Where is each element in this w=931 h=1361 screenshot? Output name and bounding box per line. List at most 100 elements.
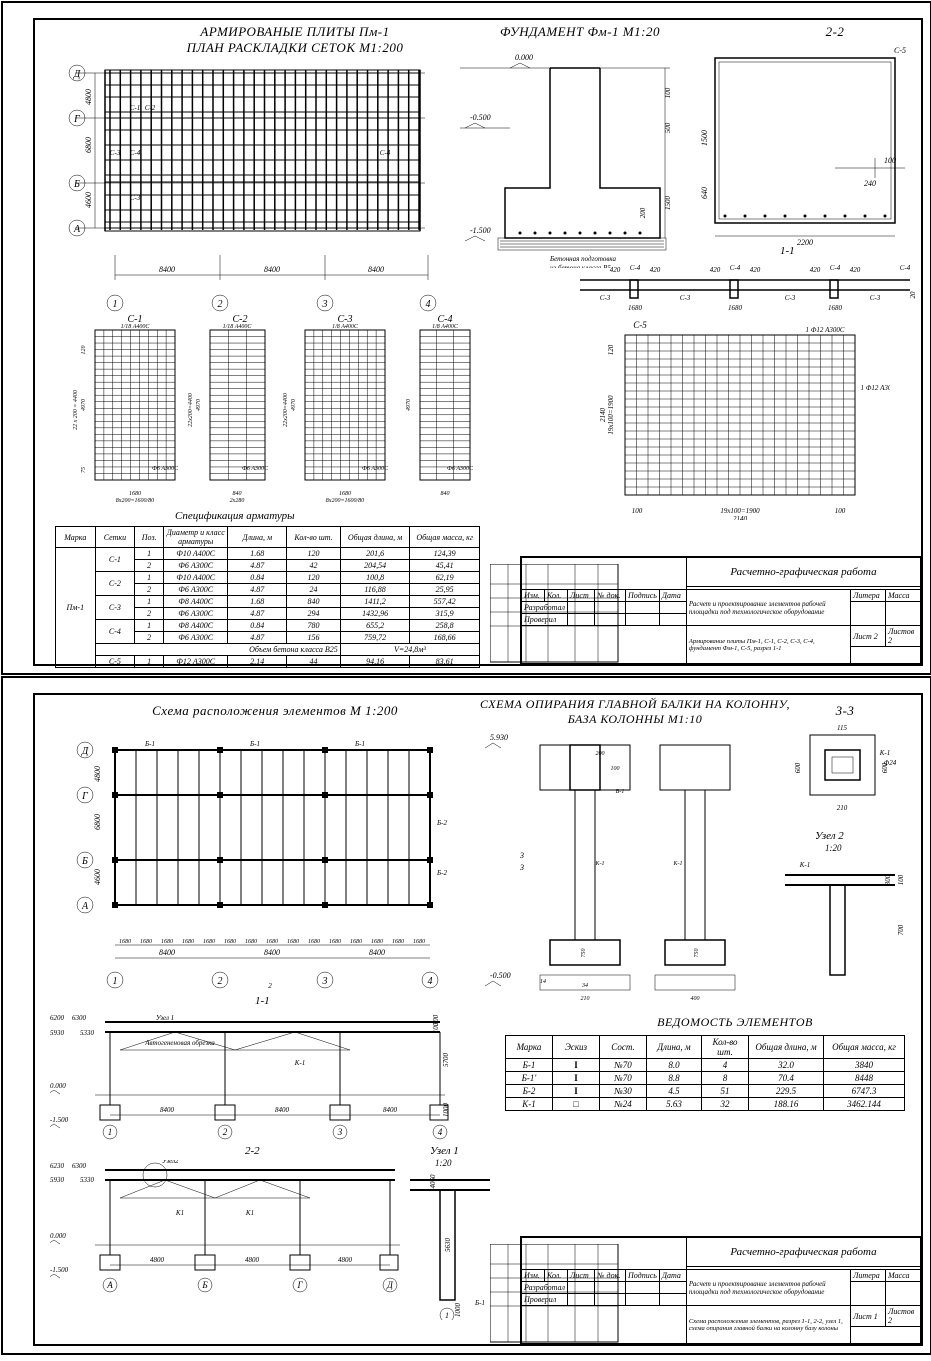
svg-text:К-1: К-1 <box>294 1059 305 1067</box>
svg-text:Б-1: Б-1 <box>474 1299 485 1307</box>
svg-text:Ф6 А300С: Ф6 А300С <box>362 466 389 472</box>
sec-2-2-title: 2-2 <box>245 1145 260 1157</box>
tb-col-sign: Подпись <box>626 590 660 602</box>
section-1-1: 62006300 59305330 0.000 -1.500 Узел 1 Ав… <box>50 1010 450 1140</box>
svg-text:5930: 5930 <box>50 1029 65 1037</box>
spec-h-tlen: Общая длина, м <box>340 527 410 548</box>
svg-text:С-3: С-3 <box>785 294 796 302</box>
svg-text:К-1: К-1 <box>673 861 683 867</box>
svg-text:1000: 1000 <box>442 1103 450 1118</box>
svg-text:Г: Г <box>81 791 88 802</box>
svg-text:2140: 2140 <box>599 408 607 423</box>
svg-text:8x200=1600/80: 8x200=1600/80 <box>326 498 364 504</box>
svg-text:1680: 1680 <box>339 491 351 497</box>
mini-stamp-2 <box>490 1244 620 1344</box>
svg-text:640: 640 <box>700 187 709 199</box>
tb2-list-n: 1 <box>874 1312 878 1321</box>
svg-text:22x200=4400: 22x200=4400 <box>282 393 289 427</box>
section-1-1-label: 1-1 <box>780 245 795 257</box>
svg-text:700: 700 <box>897 924 905 935</box>
svg-text:1: 1 <box>108 1127 113 1137</box>
tb2-desc: Расчет и проектирование элементов рабоче… <box>686 1270 850 1306</box>
svg-text:К-1: К-1 <box>799 861 810 869</box>
svg-text:4800: 4800 <box>84 89 93 105</box>
spec-h-setki: Сетки <box>95 527 135 548</box>
svg-text:420: 420 <box>850 266 861 274</box>
svg-text:К-1: К-1 <box>595 861 605 867</box>
ved-h-len: Длина, м <box>647 1036 702 1059</box>
svg-text:1 Ф12 А300C: 1 Ф12 А300C <box>860 384 890 392</box>
spec-title: Спецификация арматуры <box>175 510 295 522</box>
svg-text:Ф24: Ф24 <box>884 759 897 767</box>
spec-h-diam: Диаметр и класс арматуры <box>164 527 228 548</box>
beam-title-2: БАЗА КОЛОННЫ М1:10 <box>465 712 805 727</box>
svg-text:-1.500: -1.500 <box>50 1266 69 1274</box>
svg-text:5.930: 5.930 <box>490 733 508 742</box>
svg-text:1680: 1680 <box>628 304 643 312</box>
svg-text:8400: 8400 <box>160 1106 175 1114</box>
layout-title: Схема расположения элементов М 1:200 <box>115 703 435 719</box>
svg-text:2: 2 <box>218 299 223 310</box>
svg-text:8400: 8400 <box>159 265 175 274</box>
ved-h-eskiz: Эскиз <box>553 1036 600 1059</box>
svg-text:Б: Б <box>201 1280 208 1290</box>
svg-text:-1.500: -1.500 <box>50 1116 69 1124</box>
svg-text:2200: 2200 <box>797 238 813 247</box>
svg-text:8400: 8400 <box>275 1106 290 1114</box>
svg-text:0.000: 0.000 <box>515 53 533 62</box>
svg-text:4600: 4600 <box>84 192 93 208</box>
svg-text:19x100=1900: 19x100=1900 <box>607 395 615 435</box>
mesh-c5: С-5 19x100=1900 100100 2140 19x100=1900 … <box>590 320 890 520</box>
tb-massa: Масса <box>886 590 921 602</box>
svg-text:5330: 5330 <box>80 1029 95 1037</box>
tb-litera: Литера <box>851 590 886 602</box>
svg-text:Б: Б <box>73 179 80 190</box>
svg-text:1680: 1680 <box>182 939 194 945</box>
svg-text:420: 420 <box>650 266 661 274</box>
svg-text:14: 14 <box>540 978 546 985</box>
svg-text:5930: 5930 <box>50 1176 65 1184</box>
svg-text:А: А <box>106 1280 113 1290</box>
tb-list-n: 2 <box>874 632 878 641</box>
svg-text:8400: 8400 <box>383 1106 398 1114</box>
svg-text:К1: К1 <box>175 1209 184 1217</box>
svg-text:1/18 А400C: 1/18 А400C <box>223 323 253 330</box>
layout-plan: Д Г Б А 1 2 3 4 840084008400 4800 6800 4… <box>60 730 460 990</box>
svg-text:100: 100 <box>835 507 846 515</box>
svg-text:1: 1 <box>445 1311 449 1320</box>
svg-text:1680: 1680 <box>371 939 383 945</box>
svg-text:120: 120 <box>81 346 87 355</box>
svg-text:1/8 А400C: 1/8 А400C <box>432 323 459 330</box>
svg-text:600: 600 <box>794 762 802 773</box>
svg-text:1/8 А400C: 1/8 А400C <box>332 323 359 330</box>
svg-text:1680: 1680 <box>350 939 362 945</box>
svg-text:4800: 4800 <box>150 1256 165 1264</box>
ved-h-marka: Марка <box>506 1036 553 1059</box>
svg-text:3: 3 <box>322 299 328 310</box>
tb2-list-lbl: Лист <box>853 1312 872 1321</box>
svg-text:Г: Г <box>73 114 80 125</box>
svg-text:С-5: С-5 <box>894 46 906 55</box>
svg-text:60: 60 <box>429 1174 437 1182</box>
tb2-col-sign: Подпись <box>626 1270 660 1282</box>
section-3-3: 115 210 600 600 К-1Ф24 <box>785 720 905 820</box>
svg-text:840: 840 <box>441 490 450 497</box>
svg-text:4970: 4970 <box>290 399 297 411</box>
svg-text:4970: 4970 <box>80 399 87 411</box>
svg-text:3: 3 <box>519 851 524 860</box>
plan-title-1: АРМИРОВАНЫЕ ПЛИТЫ Пм-1 <box>155 24 435 40</box>
svg-text:1680: 1680 <box>266 939 278 945</box>
svg-text:6230: 6230 <box>50 1162 65 1170</box>
svg-text:115: 115 <box>837 724 847 732</box>
svg-text:Д: Д <box>73 69 81 80</box>
svg-text:В-1: В-1 <box>616 789 625 795</box>
svg-text:100: 100 <box>664 87 672 98</box>
svg-text:1680: 1680 <box>828 304 843 312</box>
uzel-2-title: Узел 2 <box>815 830 844 842</box>
uzel-1-title: Узел 1 <box>430 1145 459 1157</box>
svg-text:240: 240 <box>864 179 876 188</box>
svg-text:Ф6 А300С: Ф6 А300С <box>242 466 269 472</box>
svg-text:1680: 1680 <box>728 304 743 312</box>
svg-text:8x200=1600/80: 8x200=1600/80 <box>116 498 154 504</box>
svg-text:4: 4 <box>426 299 431 310</box>
